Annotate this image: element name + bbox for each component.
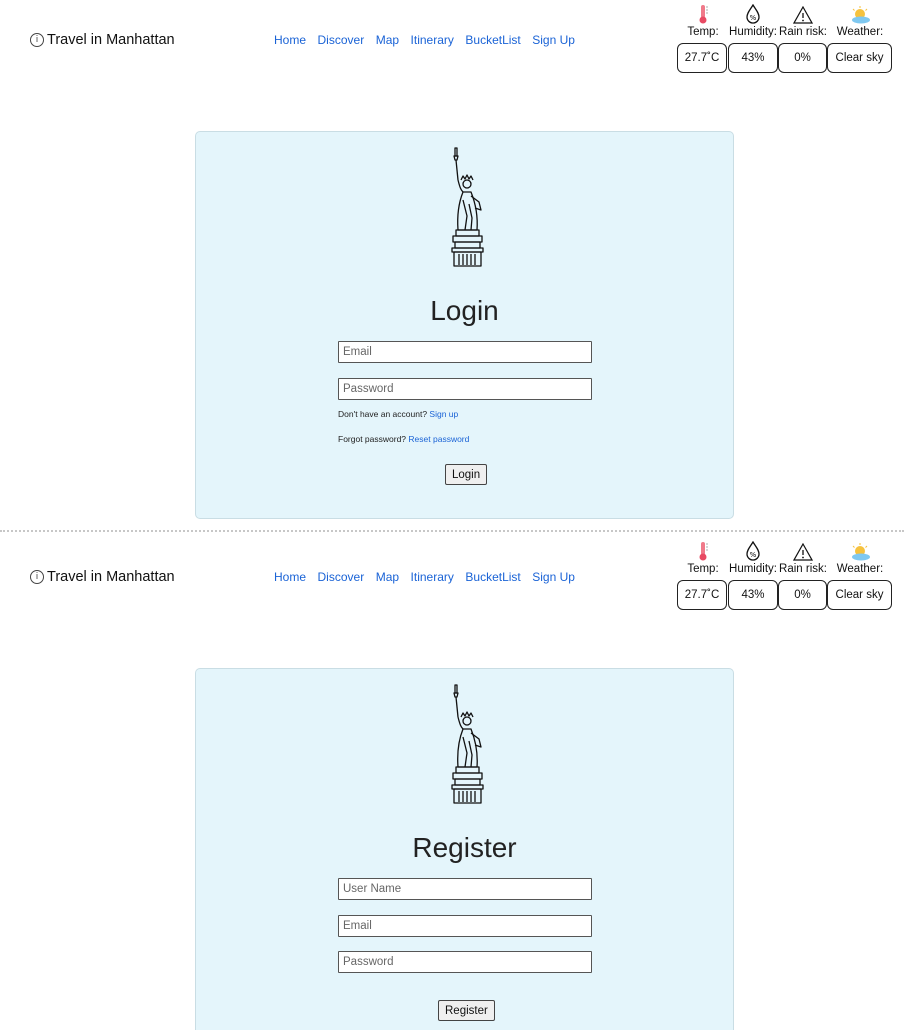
nav-itinerary[interactable]: Itinerary <box>411 570 454 584</box>
warning-icon <box>778 4 828 24</box>
statue-of-liberty-icon <box>451 684 484 804</box>
register-button[interactable]: Register <box>438 1000 495 1021</box>
weather-temp-col: Temp: <box>681 4 725 38</box>
weather-rain-col: Rain risk: <box>778 4 828 38</box>
login-card: Login Don't have an account? Sign up For… <box>195 131 734 519</box>
weather-value: Clear sky <box>827 580 892 610</box>
section-divider <box>0 530 904 532</box>
info-icon: i <box>30 33 44 47</box>
main-nav: Home Discover Map Itinerary BucketList S… <box>274 570 586 584</box>
nav-discover[interactable]: Discover <box>318 570 365 584</box>
sun-cloud-icon <box>831 4 889 24</box>
temp-value: 27.7˚C <box>677 580 727 610</box>
weather-rain-col: Rain risk: <box>778 541 828 575</box>
svg-text:%: % <box>750 14 757 22</box>
weather-label: Weather: <box>836 563 884 575</box>
humidity-drop-icon: % <box>728 541 778 561</box>
humidity-label: Humidity: <box>729 563 777 575</box>
brand-title: Travel in Manhattan <box>47 32 175 48</box>
login-button[interactable]: Login <box>445 464 488 485</box>
register-password-field[interactable] <box>338 951 592 973</box>
nav-bucketlist[interactable]: BucketList <box>465 33 520 47</box>
signup-link[interactable]: Sign up <box>429 409 458 419</box>
humidity-drop-icon: % <box>728 4 778 24</box>
weather-humidity-col: % Humidity: <box>728 4 778 38</box>
thermometer-icon <box>681 541 725 561</box>
weather-label: Weather: <box>836 26 884 38</box>
humidity-label: Humidity: <box>729 26 777 38</box>
temp-value: 27.7˚C <box>677 43 727 73</box>
register-title: Register <box>412 832 517 863</box>
nav-home[interactable]: Home <box>274 570 306 584</box>
register-card: Register Register <box>195 668 734 1030</box>
brand[interactable]: i Travel in Manhattan <box>30 32 175 48</box>
main-nav: Home Discover Map Itinerary BucketList S… <box>274 33 586 47</box>
temp-label: Temp: <box>687 26 719 38</box>
temp-label: Temp: <box>687 563 719 575</box>
humidity-value: 43% <box>728 580 778 610</box>
nav-home[interactable]: Home <box>274 33 306 47</box>
weather-widget: Temp: % Humidity: Rain risk: Weather: 27… <box>677 541 893 613</box>
sun-cloud-icon <box>831 541 889 561</box>
register-username-field[interactable] <box>338 878 592 900</box>
nav-signup[interactable]: Sign Up <box>532 570 575 584</box>
reset-password-link[interactable]: Reset password <box>408 434 469 444</box>
rain-value: 0% <box>778 43 827 73</box>
humidity-value: 43% <box>728 43 778 73</box>
info-icon: i <box>30 570 44 584</box>
warning-icon <box>778 541 828 561</box>
weather-value: Clear sky <box>827 43 892 73</box>
no-account-text: Don't have an account? <box>338 409 428 419</box>
login-page: i Travel in Manhattan Home Discover Map … <box>0 0 904 525</box>
nav-itinerary[interactable]: Itinerary <box>411 33 454 47</box>
weather-sky-col: Weather: <box>831 4 889 38</box>
rain-label: Rain risk: <box>779 563 827 575</box>
register-page: i Travel in Manhattan Home Discover Map … <box>0 537 904 1030</box>
nav-signup[interactable]: Sign Up <box>532 33 575 47</box>
nav-map[interactable]: Map <box>376 570 399 584</box>
brand[interactable]: i Travel in Manhattan <box>30 569 175 585</box>
reset-prompt: Forgot password? Reset password <box>338 434 469 444</box>
login-title: Login <box>430 295 499 326</box>
rain-value: 0% <box>778 580 827 610</box>
weather-widget: Temp: % Humidity: Rain risk: Weather: 27… <box>677 4 893 76</box>
nav-bucketlist[interactable]: BucketList <box>465 570 520 584</box>
login-email-field[interactable] <box>338 341 592 363</box>
svg-text:%: % <box>750 551 757 559</box>
weather-humidity-col: % Humidity: <box>728 541 778 575</box>
weather-temp-col: Temp: <box>681 541 725 575</box>
nav-map[interactable]: Map <box>376 33 399 47</box>
forgot-password-text: Forgot password? <box>338 434 407 444</box>
signup-prompt: Don't have an account? Sign up <box>338 409 458 419</box>
register-email-field[interactable] <box>338 915 592 937</box>
weather-sky-col: Weather: <box>831 541 889 575</box>
rain-label: Rain risk: <box>779 26 827 38</box>
login-password-field[interactable] <box>338 378 592 400</box>
brand-title: Travel in Manhattan <box>47 569 175 585</box>
thermometer-icon <box>681 4 725 24</box>
statue-of-liberty-icon <box>451 147 484 267</box>
nav-discover[interactable]: Discover <box>318 33 365 47</box>
